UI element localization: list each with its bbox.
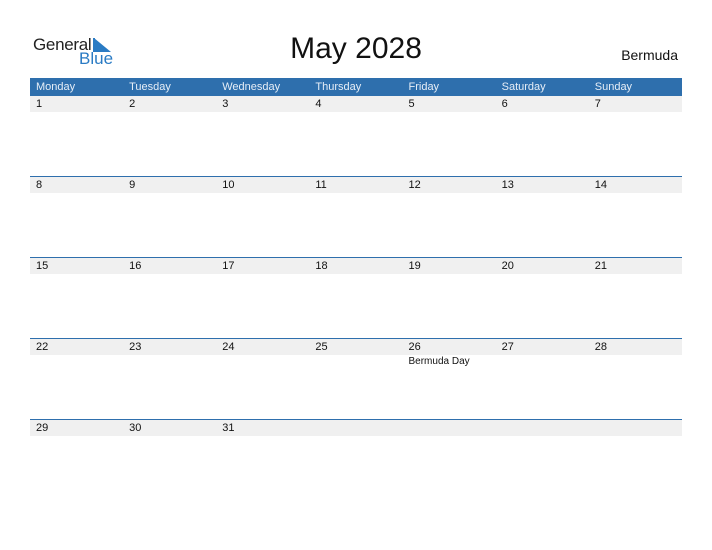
day-cell: 5 (403, 96, 496, 113)
day-cell: 13 (496, 177, 589, 194)
weekday-header: Monday Tuesday Wednesday Thursday Friday… (30, 78, 682, 96)
day-cell (496, 420, 589, 437)
day-cell: 26 Bermuda Day (403, 339, 496, 367)
day-number: 10 (222, 179, 235, 191)
day-cell: 20 (496, 258, 589, 275)
day-number: 30 (129, 422, 142, 434)
day-number: 18 (315, 260, 328, 272)
day-number: 27 (501, 341, 514, 353)
day-cell: 21 (589, 258, 682, 275)
day-number (595, 420, 682, 436)
day-number: 21 (594, 260, 607, 272)
day-cell (589, 420, 682, 437)
day-cell: 4 (309, 96, 402, 113)
day-cell: 6 (496, 96, 589, 113)
day-number: 7 (594, 98, 601, 110)
day-cell: 28 (589, 339, 682, 367)
day-number (315, 420, 402, 436)
day-number: 2 (129, 98, 136, 110)
weekday-wednesday: Wednesday (222, 81, 281, 93)
weekday-monday: Monday (36, 81, 76, 93)
day-number: 3 (222, 98, 229, 110)
weekday-saturday: Saturday (501, 81, 546, 93)
weekday-thursday: Thursday (315, 81, 362, 93)
day-number: 23 (129, 341, 142, 353)
week-row: 29 30 31 (30, 419, 682, 501)
week-row: 8 9 10 11 12 13 14 (30, 176, 682, 258)
day-cell: 1 (30, 96, 123, 113)
day-number: 20 (501, 260, 514, 272)
day-number: 22 (36, 341, 49, 353)
week-row: 15 16 17 18 19 20 21 (30, 257, 682, 339)
day-cell: 16 (123, 258, 216, 275)
day-number: 28 (594, 341, 607, 353)
day-number: 19 (408, 260, 421, 272)
day-cell: 12 (403, 177, 496, 194)
day-cell: 17 (216, 258, 309, 275)
holiday-label: Bermuda Day (408, 356, 470, 367)
day-cell: 27 (496, 339, 589, 367)
day-cell: 10 (216, 177, 309, 194)
day-cell: 30 (123, 420, 216, 437)
day-number: 12 (408, 179, 421, 191)
day-number: 8 (36, 179, 43, 191)
day-number: 1 (36, 98, 43, 110)
day-cell: 3 (216, 96, 309, 113)
day-number: 4 (315, 98, 322, 110)
day-number (409, 420, 496, 436)
day-cell: 22 (30, 339, 123, 367)
day-number: 25 (315, 341, 328, 353)
day-cell: 25 (309, 339, 402, 367)
weekday-sunday: Sunday (594, 81, 633, 93)
day-cell: 9 (123, 177, 216, 194)
week-row: 22 23 24 25 26 Bermuda Day 27 28 (30, 338, 682, 420)
day-number: 26 (408, 341, 421, 353)
day-number: 6 (501, 98, 508, 110)
weekday-friday: Friday (408, 81, 440, 93)
day-number: 9 (129, 179, 136, 191)
day-cell (309, 420, 402, 437)
country-label: Bermuda (621, 47, 678, 63)
day-cell: 11 (309, 177, 402, 194)
day-cell: 18 (309, 258, 402, 275)
day-number: 15 (36, 260, 49, 272)
day-number: 16 (129, 260, 142, 272)
day-number: 11 (315, 179, 327, 191)
day-cell: 19 (403, 258, 496, 275)
day-cell: 14 (589, 177, 682, 194)
day-cell: 15 (30, 258, 123, 275)
calendar-title: May 2028 (290, 32, 422, 65)
week-row: 1 2 3 4 5 6 7 (30, 96, 682, 177)
day-number: 24 (222, 341, 235, 353)
weekday-tuesday: Tuesday (129, 81, 171, 93)
day-cell: 31 (216, 420, 309, 437)
day-number: 14 (594, 179, 607, 191)
day-cell: 29 (30, 420, 123, 437)
day-number: 5 (408, 98, 415, 110)
day-cell: 24 (216, 339, 309, 367)
day-number: 29 (36, 422, 49, 434)
day-cell: 2 (123, 96, 216, 113)
day-number: 31 (222, 422, 235, 434)
day-number (502, 420, 589, 436)
day-number: 13 (501, 179, 514, 191)
day-cell: 7 (589, 96, 682, 113)
day-cell (403, 420, 496, 437)
day-number: 17 (222, 260, 235, 272)
day-cell: 8 (30, 177, 123, 194)
day-cell: 23 (123, 339, 216, 367)
